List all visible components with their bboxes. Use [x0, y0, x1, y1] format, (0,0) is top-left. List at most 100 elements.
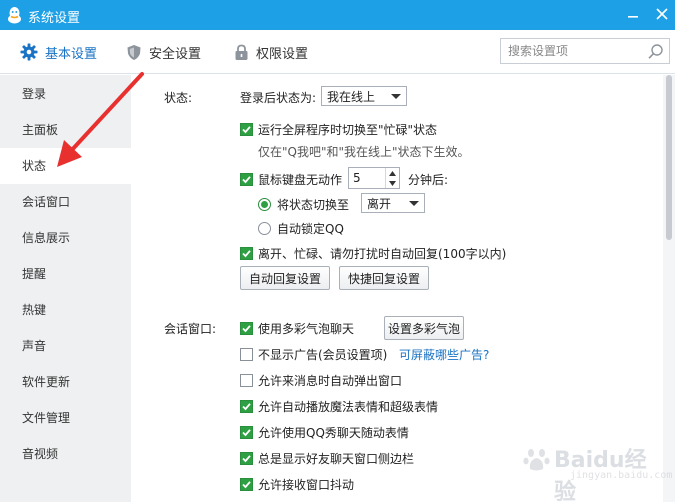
idle-lock-radio[interactable] [258, 222, 271, 235]
check-icon [242, 481, 251, 489]
check-icon [242, 325, 251, 333]
caret-down-icon [389, 180, 396, 186]
baidu-watermark: Baidu经验 jingyan.baidu.com [520, 440, 672, 502]
magic-emoji-option[interactable]: 允许自动播放魔法表情和超级表情 [240, 398, 438, 415]
qq-penguin-icon [8, 7, 21, 24]
chat-section-label: 会话窗口: [164, 322, 217, 336]
ads-info-link[interactable]: 可屏蔽哪些广告? [399, 346, 489, 363]
idle-switch-label: 将状态切换至 [277, 198, 350, 212]
lock-icon [235, 44, 248, 60]
popup-option[interactable]: 允许来消息时自动弹出窗口 [240, 372, 402, 389]
close-icon [656, 8, 668, 20]
quick-reply-settings-button[interactable]: 快捷回复设置 [339, 266, 429, 290]
sidebar-item-file-management[interactable]: 文件管理 [0, 400, 131, 436]
minimize-button[interactable] [622, 3, 644, 25]
shake-label: 允许接收窗口抖动 [258, 478, 355, 492]
sidebar-item-chat-window[interactable]: 会话窗口 [0, 184, 131, 220]
sidebar: 登录 主面板 状态 会话窗口 信息展示 提醒 热键 声音 软件更新 文件管理 音… [0, 75, 131, 502]
sidebar-item-login[interactable]: 登录 [0, 76, 131, 112]
status-section-label: 状态: [164, 91, 193, 105]
login-status-value: 我在线上 [327, 89, 376, 104]
idle-minutes-suffix: 分钟后: [408, 173, 449, 187]
minimize-icon [628, 16, 638, 18]
sidebar-item-software-update[interactable]: 软件更新 [0, 364, 131, 400]
login-status-select[interactable]: 我在线上 [321, 86, 407, 106]
check-icon [242, 176, 251, 184]
idle-minutes-value: 5 [353, 171, 361, 185]
search-box [500, 38, 670, 64]
qqshow-checkbox[interactable] [240, 426, 253, 439]
popup-label: 允许来消息时自动弹出窗口 [258, 374, 403, 388]
idle-lock-option[interactable]: 自动锁定QQ [258, 220, 344, 237]
fullscreen-busy-hint: 仅在"Q我吧"和"我在线上"状态下生效。 [258, 145, 470, 159]
gear-icon [20, 43, 38, 61]
fullscreen-busy-checkbox[interactable] [240, 123, 253, 136]
chevron-down-icon [409, 201, 419, 206]
check-icon [242, 126, 251, 134]
shake-option[interactable]: 允许接收窗口抖动 [240, 476, 354, 493]
idle-checkbox[interactable] [240, 173, 253, 186]
window-title: 系统设置 [28, 11, 81, 26]
sidebar-item-status[interactable]: 状态 [0, 148, 131, 184]
stepper-down-button[interactable] [385, 178, 399, 188]
shake-checkbox[interactable] [240, 478, 253, 491]
tab-basic-settings[interactable]: 基本设置 [20, 42, 97, 62]
shield-icon [127, 44, 141, 60]
stepper-up-button[interactable] [385, 168, 399, 178]
sidebar-always-checkbox[interactable] [240, 452, 253, 465]
login-status-label: 登录后状态为: [240, 91, 317, 105]
sidebar-item-main-panel[interactable]: 主面板 [0, 112, 131, 148]
top-navigation: 基本设置 安全设置 权限设置 [0, 30, 675, 74]
tab-permission-settings[interactable]: 权限设置 [234, 42, 308, 62]
check-icon [242, 455, 251, 463]
paw-logo-icon [523, 449, 550, 471]
qqshow-option[interactable]: 允许使用QQ秀聊天随动表情 [240, 424, 409, 441]
no-ads-option[interactable]: 不显示广告(会员设置项) [240, 346, 387, 363]
qqshow-label: 允许使用QQ秀聊天随动表情 [258, 426, 409, 440]
bubble-checkbox[interactable] [240, 322, 253, 335]
settings-content: 状态: 登录后状态为: 我在线上 运行全屏程序时切换至"忙碌"状态 仅在"Q我吧… [131, 75, 675, 502]
no-ads-checkbox[interactable] [240, 348, 253, 361]
sidebar-item-info-display[interactable]: 信息展示 [0, 220, 131, 256]
idle-switch-status-select[interactable]: 离开 [361, 193, 425, 213]
magic-emoji-label: 允许自动播放魔法表情和超级表情 [258, 400, 439, 414]
idle-switch-option[interactable]: 将状态切换至 [258, 196, 349, 213]
sidebar-always-label: 总是显示好友聊天窗口侧边栏 [258, 452, 415, 466]
scrollbar-thumb[interactable] [666, 75, 672, 240]
sidebar-always-option[interactable]: 总是显示好友聊天窗口侧边栏 [240, 450, 414, 467]
popup-checkbox[interactable] [240, 374, 253, 387]
check-icon [242, 250, 251, 258]
chevron-down-icon [391, 94, 401, 99]
close-button[interactable] [651, 3, 673, 25]
tab-permission-settings-label: 权限设置 [256, 46, 309, 62]
bubble-label: 使用多彩气泡聊天 [258, 322, 355, 336]
check-icon [242, 429, 251, 437]
sidebar-item-audio-video[interactable]: 音视频 [0, 436, 131, 472]
auto-reply-checkbox[interactable] [240, 247, 253, 260]
sidebar-item-sound[interactable]: 声音 [0, 328, 131, 364]
fullscreen-busy-label: 运行全屏程序时切换至"忙碌"状态 [258, 123, 438, 137]
tab-security-settings[interactable]: 安全设置 [126, 42, 201, 62]
search-input[interactable] [501, 39, 641, 63]
idle-label: 鼠标键盘无动作 [258, 173, 343, 187]
auto-reply-option[interactable]: 离开、忙碌、请勿打扰时自动回复(100字以内) [240, 245, 506, 262]
auto-reply-settings-button[interactable]: 自动回复设置 [240, 266, 330, 290]
watermark-url: jingyan.baidu.com [570, 470, 673, 481]
search-icon[interactable] [647, 43, 664, 60]
bubble-option[interactable]: 使用多彩气泡聊天 [240, 320, 354, 337]
sidebar-item-reminder[interactable]: 提醒 [0, 256, 131, 292]
magic-emoji-checkbox[interactable] [240, 400, 253, 413]
idle-switch-radio[interactable] [258, 198, 271, 211]
fullscreen-busy-option[interactable]: 运行全屏程序时切换至"忙碌"状态 [240, 121, 437, 138]
bubble-settings-button[interactable]: 设置多彩气泡 [384, 316, 464, 340]
scrollbar[interactable] [663, 75, 675, 502]
idle-minutes-stepper[interactable]: 5 [348, 167, 400, 189]
idle-switch-status-value: 离开 [367, 196, 392, 211]
idle-option[interactable]: 鼠标键盘无动作 [240, 171, 342, 188]
caret-up-icon [389, 170, 396, 176]
idle-lock-label: 自动锁定QQ [277, 222, 344, 236]
title-bar: 系统设置 [0, 0, 675, 30]
check-icon [242, 403, 251, 411]
no-ads-label: 不显示广告(会员设置项) [258, 348, 388, 362]
sidebar-item-hotkey[interactable]: 热键 [0, 292, 131, 328]
